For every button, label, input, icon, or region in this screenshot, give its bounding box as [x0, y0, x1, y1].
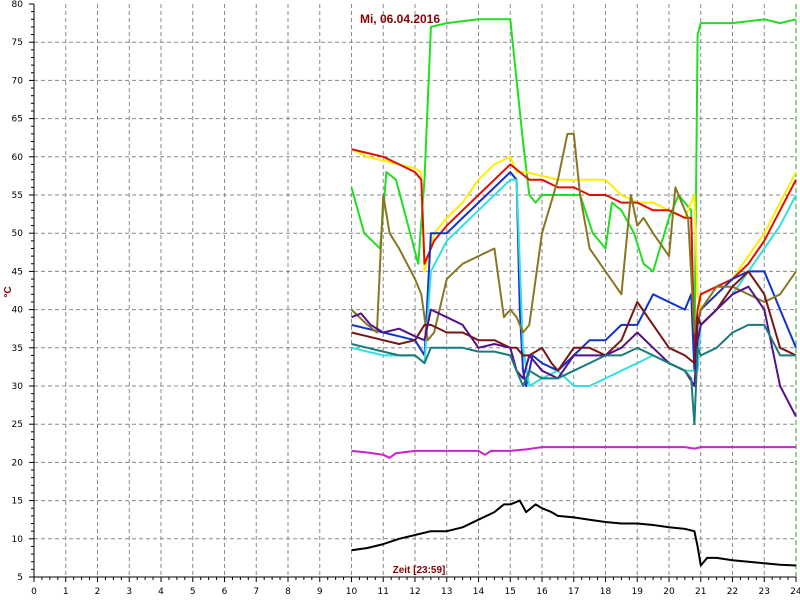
x-tick-label: 15	[505, 587, 516, 597]
y-tick-label: 60	[12, 153, 24, 163]
y-tick-label: 55	[12, 191, 23, 201]
y-tick-label: 75	[12, 38, 23, 48]
x-tick-label: 2	[95, 587, 101, 597]
y-tick-label: 80	[12, 0, 24, 10]
y-tick-label: 45	[12, 267, 23, 277]
axes	[29, 3, 797, 582]
y-tick-label: 25	[12, 420, 23, 430]
x-tick-label: 12	[409, 587, 420, 597]
x-tick-label: 10	[346, 587, 358, 597]
x-tick-label: 5	[190, 587, 196, 597]
x-tick-label: 19	[632, 587, 644, 597]
y-tick-label: 70	[12, 76, 24, 86]
x-tick-label: 7	[253, 587, 259, 597]
x-tick-label: 6	[222, 587, 228, 597]
grid	[34, 4, 796, 577]
y-tick-label: 65	[12, 115, 23, 125]
y-tick-label: 15	[12, 497, 23, 507]
chart-title: Mi, 06.04.2016	[360, 12, 440, 26]
x-tick-label: 11	[378, 587, 389, 597]
x-tick-label: 8	[285, 587, 291, 597]
x-tick-labels: 0 1 2 3 4 5 6 7 8 9 10 11 12 13 14 15 16 17 18 19 20 21 22 23 24	[31, 587, 800, 597]
x-tick-label: 21	[695, 587, 706, 597]
y-tick-label: 10	[12, 535, 24, 545]
x-tick-label: 23	[759, 587, 770, 597]
y-tick-label: 50	[12, 229, 24, 239]
y-tick-label: 35	[12, 344, 23, 354]
x-tick-label: 4	[158, 587, 164, 597]
y-tick-label: 30	[12, 382, 24, 392]
x-tick-label: 14	[473, 587, 485, 597]
y-tick-label: 40	[12, 306, 24, 316]
x-tick-label: 9	[317, 587, 323, 597]
series-line-9	[351, 323, 796, 426]
temperature-chart: 0 1 2 3 4 5 6 7 8 9 10 11 12 13 14 15 16 17 18 19 20 21 22 23 24…	[3, 0, 800, 597]
x-tick-label: 1	[63, 587, 69, 597]
x-tick-label: 24	[790, 587, 800, 597]
x-tick-label: 20	[663, 587, 675, 597]
y-tick-label: 20	[12, 458, 24, 468]
x-tick-label: 18	[600, 587, 612, 597]
y-axis-label: °C	[3, 286, 14, 297]
x-tick-label: 22	[727, 587, 738, 597]
y-tick-label: 5	[17, 573, 23, 583]
x-tick-label: 16	[536, 587, 548, 597]
x-axis-label: Zeit [23:59]	[393, 565, 446, 576]
x-tick-label: 13	[441, 587, 452, 597]
x-tick-label: 0	[31, 587, 37, 597]
x-tick-label: 17	[568, 587, 579, 597]
x-tick-label: 3	[126, 587, 132, 597]
